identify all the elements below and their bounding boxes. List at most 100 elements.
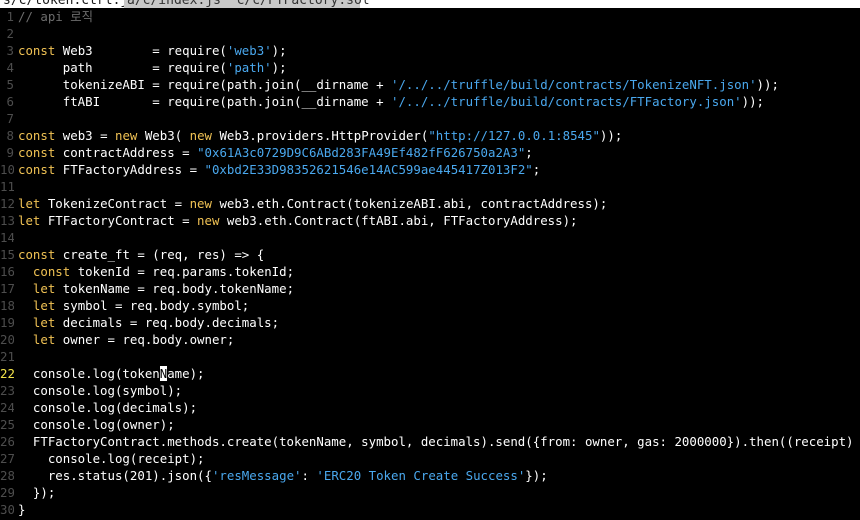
code-line[interactable]: 27 console.log(receipt);	[0, 450, 860, 467]
code-token: console.log(owner);	[18, 417, 175, 432]
code-token: ftABI = require(path.join(__dirname +	[18, 94, 391, 109]
code-line[interactable]: 8 const web3 = new Web3( new Web3.provide…	[0, 127, 860, 144]
code-line[interactable]: 4 path = require('path');	[0, 59, 860, 76]
code-token: res.status(201).json({	[18, 468, 212, 483]
code-line[interactable]: 5 tokenizeABI = require(path.join(__dirn…	[0, 76, 860, 93]
code-token: );	[271, 60, 287, 75]
code-line[interactable]: 2	[0, 25, 860, 42]
code-token: Web3(	[137, 128, 190, 143]
code-token: });	[18, 485, 56, 500]
code-token: web3 =	[55, 128, 115, 143]
code-line[interactable]: 23 console.log(symbol);	[0, 382, 860, 399]
code-line[interactable]: 10 const FTFactoryAddress = "0xbd2E33D983…	[0, 161, 860, 178]
code-text: const contractAddress = "0x61A3c0729D9C6…	[18, 144, 533, 161]
code-line[interactable]: 26 FTFactoryContract.methods.create(toke…	[0, 433, 860, 450]
line-number: 6	[6, 94, 14, 109]
code-line[interactable]: 19 let decimals = req.body.decimals;	[0, 314, 860, 331]
code-text: const create_ft = (req, res) => {	[18, 246, 264, 263]
code-token: contractAddress =	[55, 145, 198, 160]
code-token: web3.eth.Contract(tokenizeABI.abi, contr…	[211, 196, 608, 211]
code-text: path = require('path');	[18, 59, 287, 76]
code-token: TokenizeContract =	[40, 196, 190, 211]
code-token: new	[189, 196, 212, 211]
line-number: 25	[0, 417, 14, 432]
code-token: FTFactoryAddress =	[55, 162, 205, 177]
line-number: 4	[6, 60, 14, 75]
code-line[interactable]: 25 console.log(owner);	[0, 416, 860, 433]
code-text: ftABI = require(path.join(__dirname + '/…	[18, 93, 764, 110]
code-token: const	[32, 264, 71, 279]
code-line[interactable]: 11	[0, 178, 860, 195]
code-text: console.log(tokenName);	[18, 365, 205, 382]
line-number: 23	[0, 383, 14, 398]
code-token: console.log(receipt);	[18, 451, 205, 466]
code-token: "0xbd2E33D98352621546e14AC599ae445417Z01…	[204, 162, 533, 177]
line-number: 21	[0, 349, 14, 364]
code-line[interactable]: 15 const create_ft = (req, res) => {	[0, 246, 860, 263]
code-line[interactable]: 7	[0, 110, 860, 127]
code-token: symbol = req.body.symbol;	[55, 298, 250, 313]
line-number: 7	[6, 111, 14, 126]
line-number: 15	[0, 247, 14, 262]
line-number: 1	[6, 9, 14, 24]
code-text: });	[18, 484, 55, 501]
code-line[interactable]: 30}	[0, 501, 860, 518]
code-token: 'web3'	[226, 43, 272, 58]
code-line[interactable]: 22 console.log(tokenName);	[0, 365, 860, 382]
line-number: 5	[6, 77, 14, 92]
code-text: res.status(201).json({'resMessage': 'ERC…	[18, 467, 548, 484]
line-number: 16	[0, 264, 14, 279]
code-editor[interactable]: 1// api 로직 2 3 const Web3 = require('web3')…	[0, 8, 860, 520]
code-line[interactable]: 16 const tokenId = req.params.tokenId;	[0, 263, 860, 280]
code-line[interactable]: 9 const contractAddress = "0x61A3c0729D9C…	[0, 144, 860, 161]
code-line[interactable]: 12 let TokenizeContract = new web3.eth.Co…	[0, 195, 860, 212]
code-line[interactable]: 29 });	[0, 484, 860, 501]
code-token: decimals = req.body.decimals;	[55, 315, 280, 330]
code-token: 'ERC20 Token Create Success'	[316, 468, 526, 483]
code-token: let	[18, 196, 41, 211]
code-token: const	[18, 43, 56, 58]
code-token: owner = req.body.owner;	[55, 332, 235, 347]
code-token: :	[301, 468, 317, 483]
code-line[interactable]: 1 // api 로직	[0, 8, 860, 25]
code-token: ));	[599, 128, 623, 143]
code-token: ));	[741, 94, 765, 109]
code-token: new	[115, 128, 138, 143]
tab-token-ctrl[interactable]: s/c/token.ctrl.js	[0, 0, 136, 8]
code-line[interactable]: 3 const Web3 = require('web3');	[0, 42, 860, 59]
code-token: FTFactoryContract =	[40, 213, 198, 228]
line-number: 17	[0, 281, 14, 296]
line-number: 8	[6, 128, 14, 143]
code-line[interactable]: 14	[0, 229, 860, 246]
code-text: let FTFactoryContract = new web3.eth.Con…	[18, 212, 578, 229]
code-token: tokenName = req.body.tokenName;	[55, 281, 295, 296]
code-token: console.log(decimals);	[18, 400, 198, 415]
code-text: FTFactoryContract.methods.create(tokenNa…	[18, 433, 860, 450]
code-token: Web3 = require(	[55, 43, 227, 58]
code-line[interactable]: 6 ftABI = require(path.join(__dirname + …	[0, 93, 860, 110]
code-token: 'path'	[226, 60, 272, 75]
code-line[interactable]: 20 let owner = req.body.owner;	[0, 331, 860, 348]
code-token: console.log(symbol);	[18, 383, 183, 398]
tab-index-ftfactory[interactable]: a/c/index.js c/c/FTFactory.sol	[124, 0, 370, 8]
code-token: console.log(token	[18, 366, 160, 381]
code-token: let	[32, 315, 56, 330]
line-number: 13	[0, 213, 14, 228]
code-text: console.log(symbol);	[18, 382, 182, 399]
code-line[interactable]: 13 let FTFactoryContract = new web3.eth.C…	[0, 212, 860, 229]
code-token: new	[197, 213, 220, 228]
code-token: let	[32, 281, 56, 296]
code-token: create_ft = (req, res) => {	[55, 247, 265, 262]
code-text: let owner = req.body.owner;	[18, 331, 234, 348]
code-line[interactable]: 28 res.status(201).json({'resMessage': '…	[0, 467, 860, 484]
code-line[interactable]: 24 console.log(decimals);	[0, 399, 860, 416]
code-line[interactable]: 17 let tokenName = req.body.tokenName;	[0, 280, 860, 297]
code-text: const Web3 = require('web3');	[18, 42, 287, 59]
line-number: 10	[0, 162, 14, 177]
code-line[interactable]: 21	[0, 348, 860, 365]
code-text: let decimals = req.body.decimals;	[18, 314, 279, 331]
code-line[interactable]: 18 let symbol = req.body.symbol;	[0, 297, 860, 314]
